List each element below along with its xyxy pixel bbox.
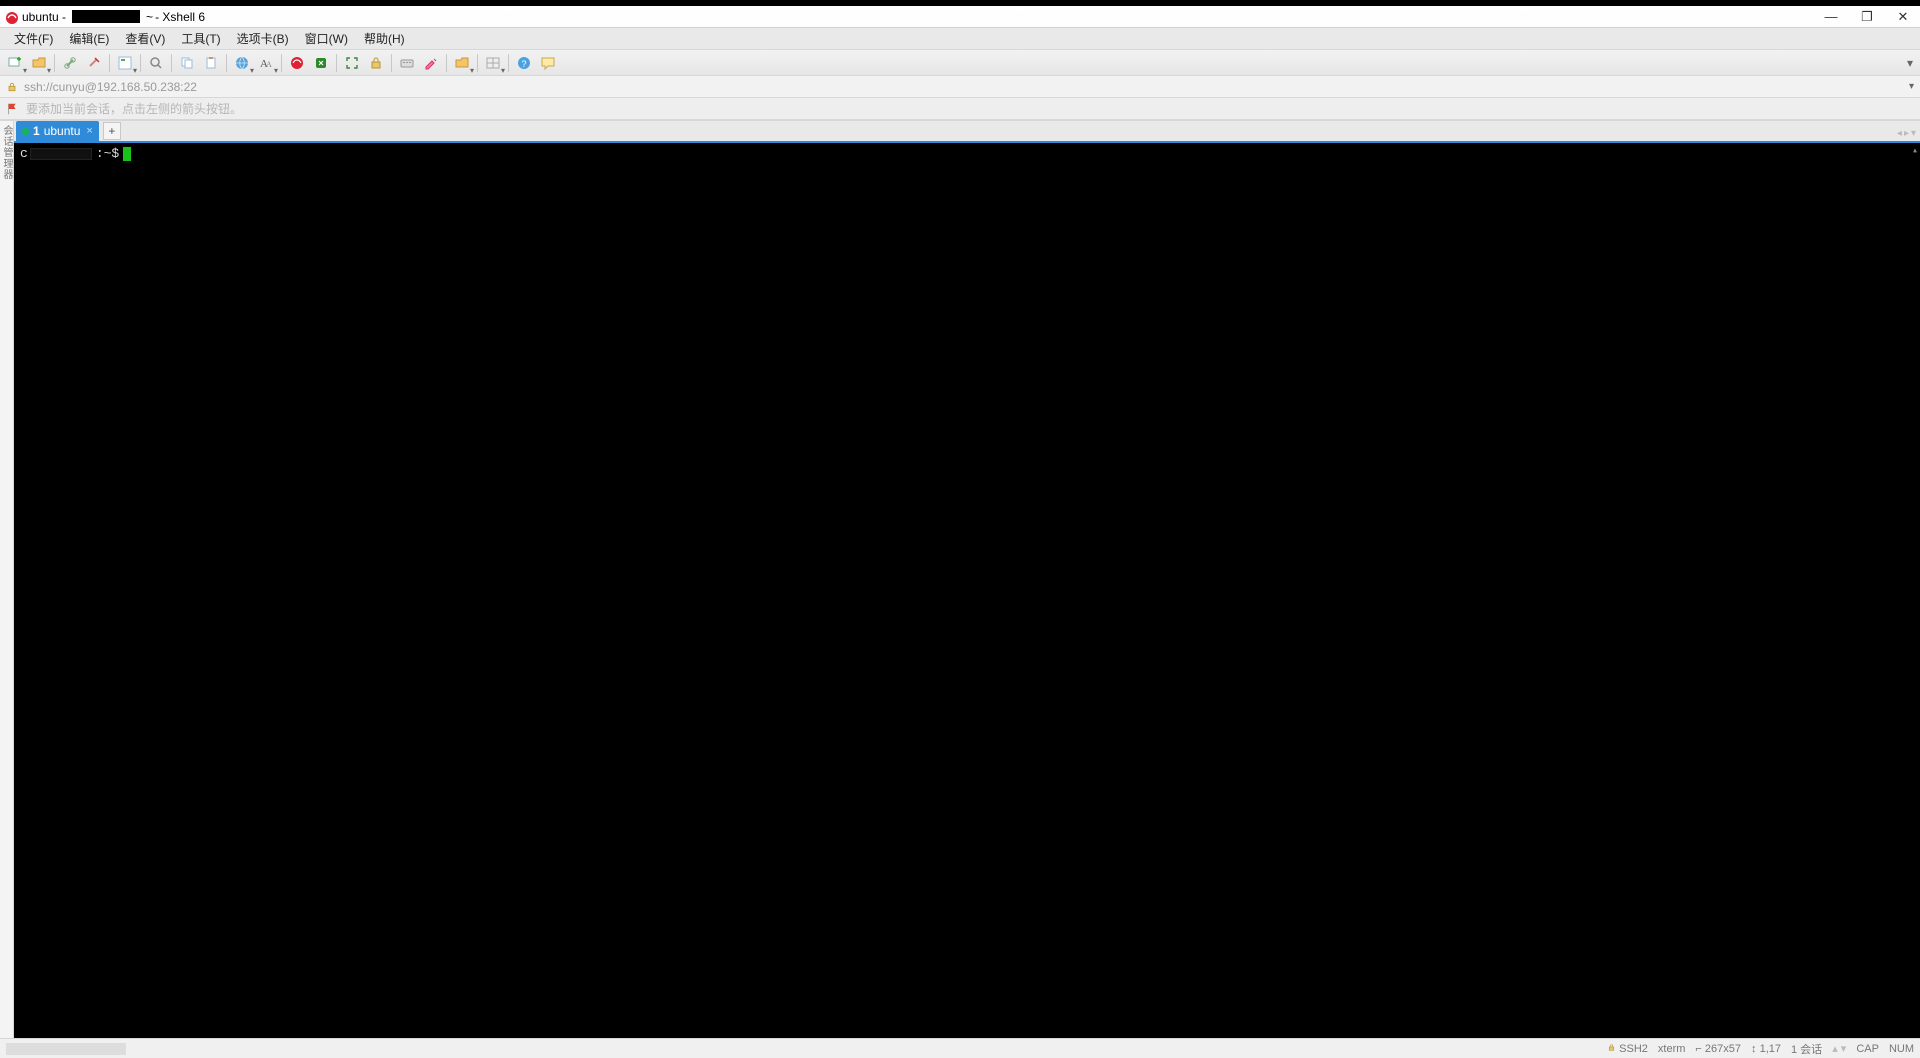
tab-prev-icon[interactable]: ◂: [1897, 128, 1902, 139]
status-cap: CAP: [1856, 1043, 1879, 1055]
hint-text: 要添加当前会话，点击左侧的箭头按钮。: [26, 100, 242, 117]
status-ssh: SSH2: [1607, 1043, 1648, 1055]
status-size: ⌐ 267x57: [1695, 1043, 1741, 1055]
status-arrows: ▴ ▾: [1832, 1042, 1846, 1055]
toolbar-separator: [226, 54, 227, 72]
status-ssh-label: SSH2: [1619, 1043, 1648, 1055]
toolbar-separator: [281, 54, 282, 72]
xshell-icon[interactable]: [286, 52, 308, 74]
toolbar-separator: [391, 54, 392, 72]
status-left-redacted: [6, 1043, 126, 1055]
tab-status-dot-icon: [22, 128, 29, 135]
disconnect-button[interactable]: [83, 52, 105, 74]
lock-button[interactable]: [365, 52, 387, 74]
tab-ubuntu[interactable]: 1 ubuntu ×: [16, 121, 99, 141]
flag-icon[interactable]: [6, 102, 20, 116]
hint-bar: 要添加当前会话，点击左侧的箭头按钮。: [0, 98, 1920, 120]
new-session-button[interactable]: [4, 52, 26, 74]
arrow-up-icon[interactable]: ▴: [1832, 1043, 1838, 1055]
menu-bar: 文件(F) 编辑(E) 查看(V) 工具(T) 选项卡(B) 窗口(W) 帮助(…: [0, 28, 1920, 50]
menu-help[interactable]: 帮助(H): [356, 28, 413, 49]
size-icon: ⌐: [1695, 1043, 1701, 1055]
session-manager-label: 会话管理器: [0, 125, 14, 180]
open-session-button[interactable]: [28, 52, 50, 74]
tab-close-icon[interactable]: ×: [86, 125, 92, 137]
main-area: 会话管理器 1 ubuntu × + ◂ ▸ ▾ ▴ c :~$: [0, 120, 1920, 1038]
font-button[interactable]: AA: [255, 52, 277, 74]
status-term: xterm: [1658, 1043, 1686, 1055]
prompt-user-initial: c: [20, 146, 28, 161]
window-title: ubuntu - ~ - Xshell 6: [22, 10, 205, 24]
menu-edit[interactable]: 编辑(E): [61, 28, 117, 49]
status-pos-value: 1,17: [1760, 1043, 1781, 1055]
redacted-hostname: [72, 10, 140, 23]
tab-next-icon[interactable]: ▸: [1904, 128, 1909, 139]
toolbar-separator: [508, 54, 509, 72]
toolbar-separator: [140, 54, 141, 72]
terminal[interactable]: ▴ c :~$: [14, 143, 1920, 1038]
terminal-line: c :~$: [20, 146, 1914, 161]
toolbar-separator: [446, 54, 447, 72]
menu-view[interactable]: 查看(V): [117, 28, 173, 49]
search-button[interactable]: [145, 52, 167, 74]
maximize-button[interactable]: ❐: [1860, 9, 1874, 25]
toolbar-separator: [477, 54, 478, 72]
status-num: NUM: [1889, 1043, 1914, 1055]
title-prefix: ubuntu -: [22, 10, 66, 24]
title-suffix: - Xshell 6: [155, 10, 205, 24]
close-button[interactable]: ✕: [1896, 9, 1910, 25]
tab-list-icon[interactable]: ▾: [1911, 128, 1916, 139]
properties-button[interactable]: [114, 52, 136, 74]
tab-index: 1: [33, 124, 40, 138]
feedback-button[interactable]: [537, 52, 559, 74]
scroll-up-icon[interactable]: ▴: [1912, 145, 1918, 157]
menu-file[interactable]: 文件(F): [6, 28, 61, 49]
toolbar-separator: [109, 54, 110, 72]
address-text[interactable]: ssh://cunyu@192.168.50.238:22: [24, 80, 197, 94]
help-button[interactable]: ?: [513, 52, 535, 74]
address-dropdown[interactable]: ▾: [1909, 81, 1914, 92]
prompt-path: :~$: [96, 146, 119, 161]
layout-dropdown-button[interactable]: [482, 52, 504, 74]
menu-tools[interactable]: 工具(T): [173, 28, 228, 49]
svg-text:A: A: [266, 60, 272, 69]
titlebar: ubuntu - ~ - Xshell 6 — ❐ ✕: [0, 6, 1920, 28]
toolbar-separator: [54, 54, 55, 72]
highlighter-button[interactable]: [420, 52, 442, 74]
menu-tabs[interactable]: 选项卡(B): [229, 28, 297, 49]
title-mid: ~: [146, 10, 153, 24]
redacted-user-host: [30, 148, 92, 160]
folder-dropdown-button[interactable]: [451, 52, 473, 74]
session-manager-gutter[interactable]: 会话管理器: [0, 121, 14, 1038]
status-sessions: 1 会话: [1791, 1041, 1822, 1057]
xftp-button[interactable]: [310, 52, 332, 74]
app-icon: [4, 10, 18, 24]
minimize-button[interactable]: —: [1824, 9, 1838, 25]
new-tab-button[interactable]: +: [103, 122, 121, 140]
link-button[interactable]: [59, 52, 81, 74]
cursor-icon: [123, 147, 131, 161]
toolbar-separator: [336, 54, 337, 72]
svg-text:?: ?: [522, 59, 527, 69]
toolbar: AA ? ▾: [0, 50, 1920, 76]
status-size-value: 267x57: [1705, 1043, 1741, 1055]
fullscreen-button[interactable]: [341, 52, 363, 74]
toolbar-overflow[interactable]: ▾: [1904, 56, 1916, 70]
address-bar: ssh://cunyu@192.168.50.238:22 ▾: [0, 76, 1920, 98]
globe-button[interactable]: [231, 52, 253, 74]
keyboard-button[interactable]: [396, 52, 418, 74]
toolbar-separator: [171, 54, 172, 72]
ssh-lock-icon: [1607, 1043, 1616, 1052]
status-pos: ↕ 1,17: [1751, 1043, 1781, 1055]
pos-icon: ↕: [1751, 1043, 1757, 1055]
tab-strip: 1 ubuntu × + ◂ ▸ ▾: [14, 121, 1920, 143]
lock-icon: [6, 81, 18, 93]
paste-button[interactable]: [200, 52, 222, 74]
menu-window[interactable]: 窗口(W): [297, 28, 356, 49]
tab-label: ubuntu: [44, 124, 81, 138]
arrow-down-icon[interactable]: ▾: [1841, 1043, 1847, 1055]
status-bar: SSH2 xterm ⌐ 267x57 ↕ 1,17 1 会话 ▴ ▾ CAP …: [0, 1038, 1920, 1058]
copy-button[interactable]: [176, 52, 198, 74]
